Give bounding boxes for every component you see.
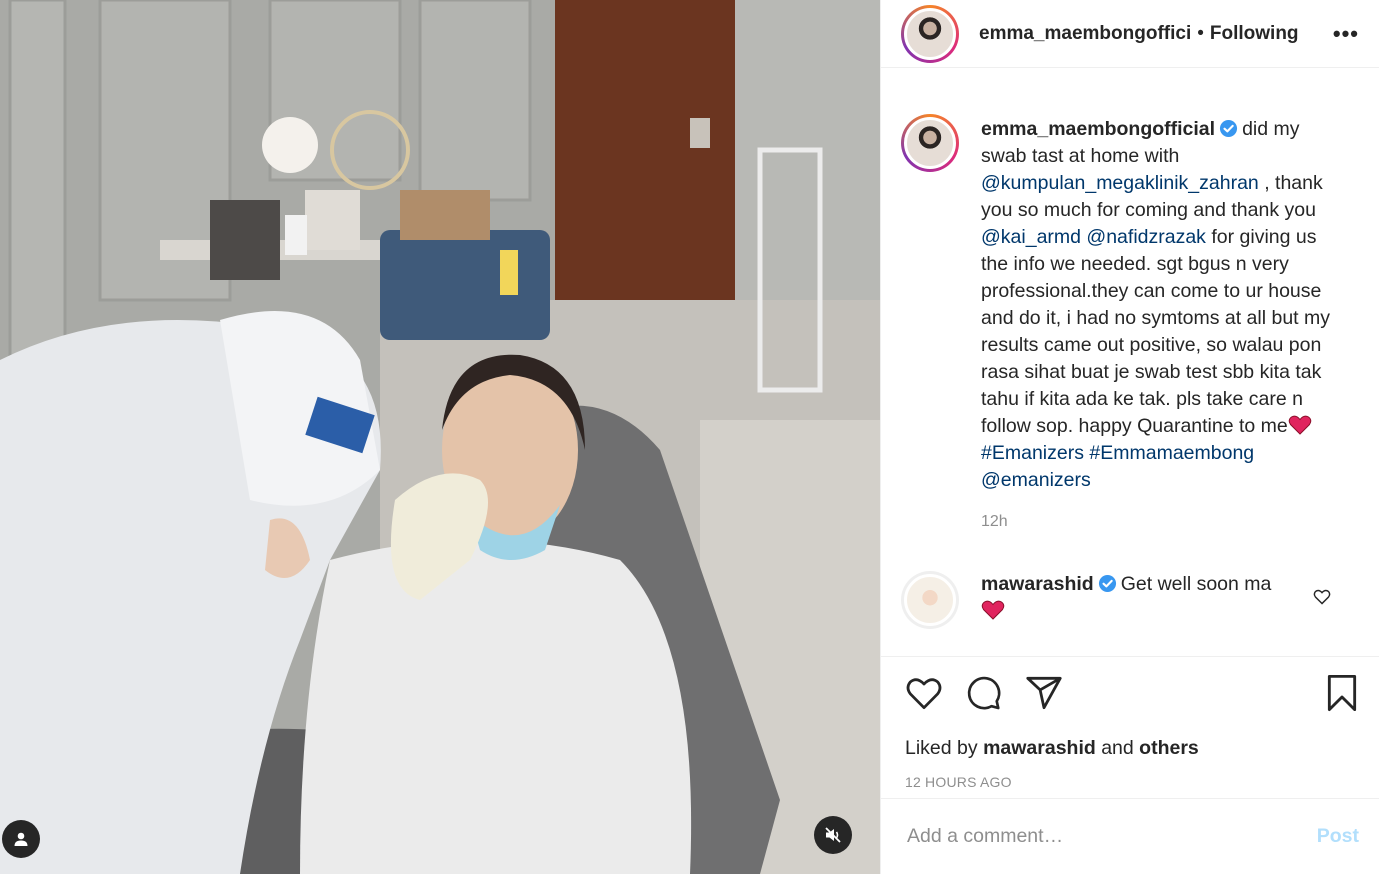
likes-summary: Liked by mawarashid and others <box>905 737 1359 760</box>
comment-button[interactable] <box>965 675 1003 711</box>
add-comment-form: Post <box>881 798 1379 874</box>
separator-dot: • <box>1197 22 1204 44</box>
hashtag-link[interactable]: #Emanizers <box>981 442 1084 464</box>
post-media[interactable] <box>0 0 880 874</box>
comments-list[interactable]: emma_maembongofficial did my swab tast at… <box>881 68 1379 656</box>
commenter-username-link[interactable]: mawarashid <box>981 573 1094 595</box>
post-comment-button[interactable]: Post <box>1317 825 1359 848</box>
commenter-avatar[interactable] <box>901 571 959 629</box>
comment-like-heart-icon[interactable] <box>1313 589 1331 605</box>
tagged-users-button[interactable] <box>2 820 40 858</box>
comment-text: mawarashid Get well soon ma <box>981 571 1301 629</box>
more-options-button[interactable]: ••• <box>1333 21 1359 47</box>
action-bar <box>905 673 1359 713</box>
comment-body: Get well soon ma <box>1120 573 1272 595</box>
caption-text: emma_maembongofficial did my swab tast at… <box>981 116 1341 535</box>
save-button[interactable] <box>1325 674 1359 712</box>
caption-author-avatar[interactable] <box>901 114 959 172</box>
red-heart-emoji-icon <box>981 600 1005 620</box>
user-icon <box>14 832 28 846</box>
caption-username-link[interactable]: emma_maembongofficial <box>981 118 1215 140</box>
speaker-muted-icon <box>825 827 841 843</box>
post-modal: emma_maembongoffici • Following ••• emma… <box>0 0 1379 874</box>
mention-link[interactable]: @kai_armd <box>981 226 1081 248</box>
likes-prefix: Liked by <box>905 737 978 759</box>
likes-middle: and <box>1101 737 1134 759</box>
hashtag-link[interactable]: #Emmamaembong <box>1089 442 1254 464</box>
like-button[interactable] <box>905 676 943 710</box>
verified-badge-icon <box>1098 574 1116 593</box>
mention-link[interactable]: @nafidzrazak <box>1086 226 1206 248</box>
mention-link[interactable]: @kumpulan_megaklinik_zahran <box>981 172 1259 194</box>
mute-toggle-button[interactable] <box>814 816 852 854</box>
comment-item: mawarashid Get well soon ma <box>901 571 1359 629</box>
following-button[interactable]: Following <box>1210 23 1299 45</box>
comment-input[interactable] <box>907 825 1317 848</box>
heart-icon <box>906 678 942 710</box>
post-sidebar: emma_maembongoffici • Following ••• emma… <box>880 0 1379 874</box>
post-actions-section: Liked by mawarashid and others 12 HOURS … <box>881 656 1379 798</box>
likes-others-link[interactable]: others <box>1139 737 1199 759</box>
author-avatar[interactable] <box>901 4 959 63</box>
mention-link[interactable]: @emanizers <box>981 469 1091 491</box>
paper-plane-icon <box>1026 676 1062 710</box>
author-username-link[interactable]: emma_maembongoffici <box>979 23 1191 45</box>
share-button[interactable] <box>1025 676 1063 710</box>
caption-text-part: for giving us the info we needed. sgt bg… <box>981 226 1331 437</box>
speech-bubble-icon <box>967 676 1001 710</box>
caption: emma_maembongofficial did my swab tast at… <box>901 114 1359 535</box>
bookmark-icon <box>1327 674 1357 712</box>
liker-username-link[interactable]: mawarashid <box>983 737 1096 759</box>
red-heart-emoji-icon <box>1288 415 1312 435</box>
video-frame <box>0 0 880 874</box>
caption-timestamp[interactable]: 12h <box>981 508 1341 535</box>
post-timestamp[interactable]: 12 HOURS AGO <box>905 774 1359 790</box>
post-header: emma_maembongoffici • Following ••• <box>881 0 1379 68</box>
verified-badge-icon <box>1220 119 1238 138</box>
